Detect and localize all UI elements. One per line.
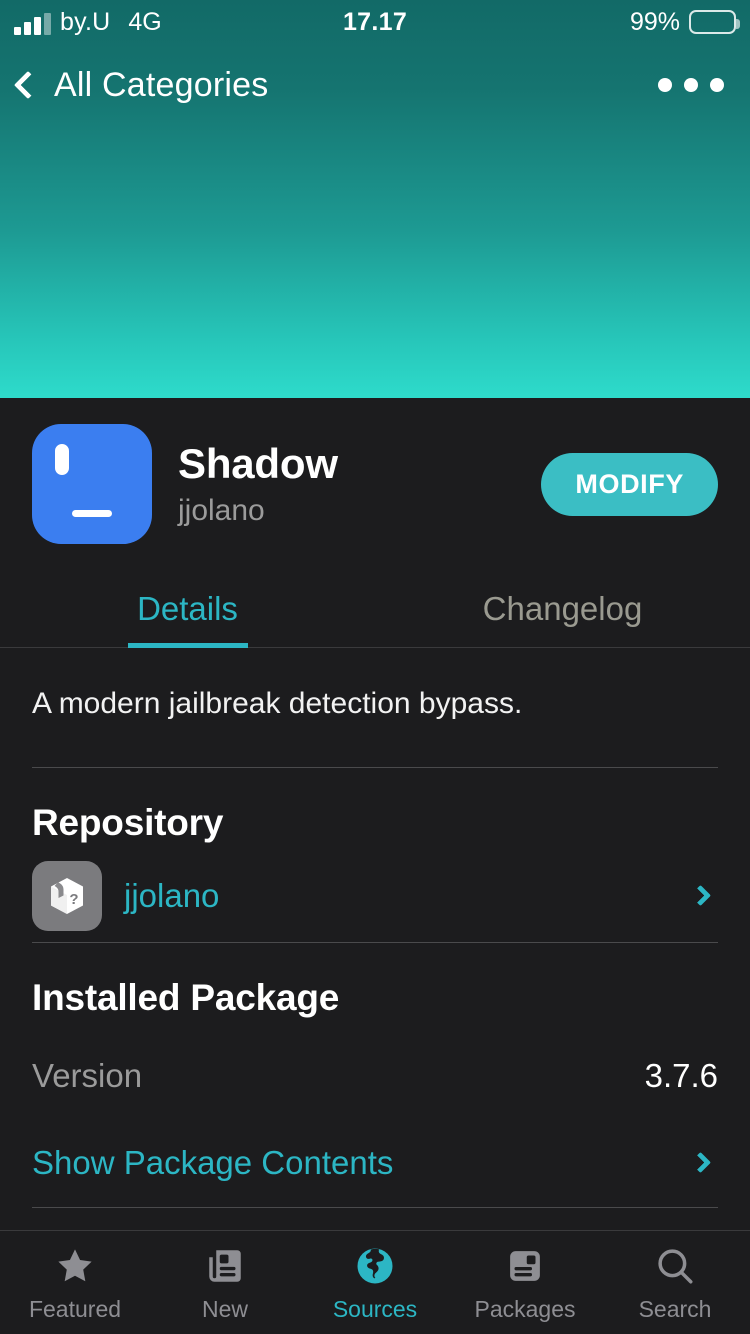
- package-author: jjolano: [178, 493, 265, 527]
- app-screen: by.U 4G 17.17 99% All Categories Shadow …: [0, 0, 750, 1334]
- repository-name: jjolano: [124, 876, 220, 914]
- tabbar-label-new: New: [201, 1295, 248, 1322]
- newspaper-icon: [202, 1243, 248, 1289]
- package-header: Shadow jjolano MODIFY: [0, 398, 750, 570]
- back-button-label: All Categories: [54, 65, 269, 104]
- magnifier-icon: [652, 1243, 698, 1289]
- chevron-right-icon: [689, 884, 712, 907]
- package-label-icon: [502, 1243, 548, 1289]
- detail-tabs: Details Changelog: [0, 570, 750, 648]
- tabbar-label-search: Search: [638, 1295, 712, 1322]
- installed-package-heading: Installed Package: [32, 976, 340, 1018]
- battery-percent-label: 99%: [629, 7, 680, 36]
- divider: [32, 1206, 718, 1208]
- package-title-block: Shadow jjolano: [178, 440, 541, 527]
- modify-button[interactable]: MODIFY: [541, 452, 718, 516]
- package-icon: [32, 424, 152, 544]
- tabbar-label-packages: Packages: [474, 1295, 576, 1322]
- tabbar-item-search[interactable]: Search: [600, 1231, 750, 1334]
- tab-changelog[interactable]: Changelog: [375, 570, 750, 647]
- more-options-button[interactable]: [658, 78, 724, 92]
- package-name: Shadow: [178, 440, 338, 488]
- header-banner: by.U 4G 17.17 99% All Categories: [0, 0, 750, 398]
- show-package-contents-row[interactable]: Show Package Contents: [0, 1119, 750, 1207]
- monitor-icon: [55, 444, 129, 517]
- ellipsis-icon-dot: [710, 78, 724, 92]
- svg-text:?: ?: [69, 891, 78, 908]
- star-icon: [52, 1243, 98, 1289]
- repository-row[interactable]: ? jjolano: [0, 850, 750, 942]
- status-bar-right: 99%: [629, 7, 740, 37]
- tabbar-item-new[interactable]: New: [150, 1231, 300, 1334]
- tabbar-item-packages[interactable]: Packages: [450, 1231, 600, 1334]
- chevron-left-icon: [13, 70, 43, 100]
- package-question-icon: ?: [32, 860, 102, 931]
- version-value: 3.7.6: [644, 1056, 718, 1094]
- globe-icon: [352, 1243, 398, 1289]
- tabbar-item-sources[interactable]: Sources: [300, 1231, 450, 1334]
- tabbar-label-featured: Featured: [28, 1295, 122, 1322]
- repository-heading: Repository: [32, 801, 224, 843]
- ellipsis-icon-dot: [684, 78, 698, 92]
- bottom-tab-bar: Featured New Sources Packages Search: [0, 1230, 750, 1334]
- show-package-contents-label: Show Package Contents: [32, 1143, 394, 1181]
- status-bar: by.U 4G 17.17 99%: [0, 0, 750, 44]
- tabbar-item-featured[interactable]: Featured: [0, 1231, 150, 1334]
- ellipsis-icon-dot: [658, 78, 672, 92]
- tab-details[interactable]: Details: [0, 570, 375, 647]
- navigation-bar: All Categories: [0, 52, 750, 118]
- chevron-right-icon: [689, 1151, 712, 1174]
- package-description: A modern jailbreak detection bypass.: [32, 687, 523, 720]
- details-content: A modern jailbreak detection bypass. Rep…: [0, 648, 750, 1230]
- version-label: Version: [32, 1056, 143, 1094]
- battery-icon: [689, 10, 740, 34]
- tabbar-label-sources: Sources: [332, 1295, 418, 1322]
- back-button[interactable]: All Categories: [0, 66, 268, 105]
- version-row: Version 3.7.6: [0, 1033, 750, 1119]
